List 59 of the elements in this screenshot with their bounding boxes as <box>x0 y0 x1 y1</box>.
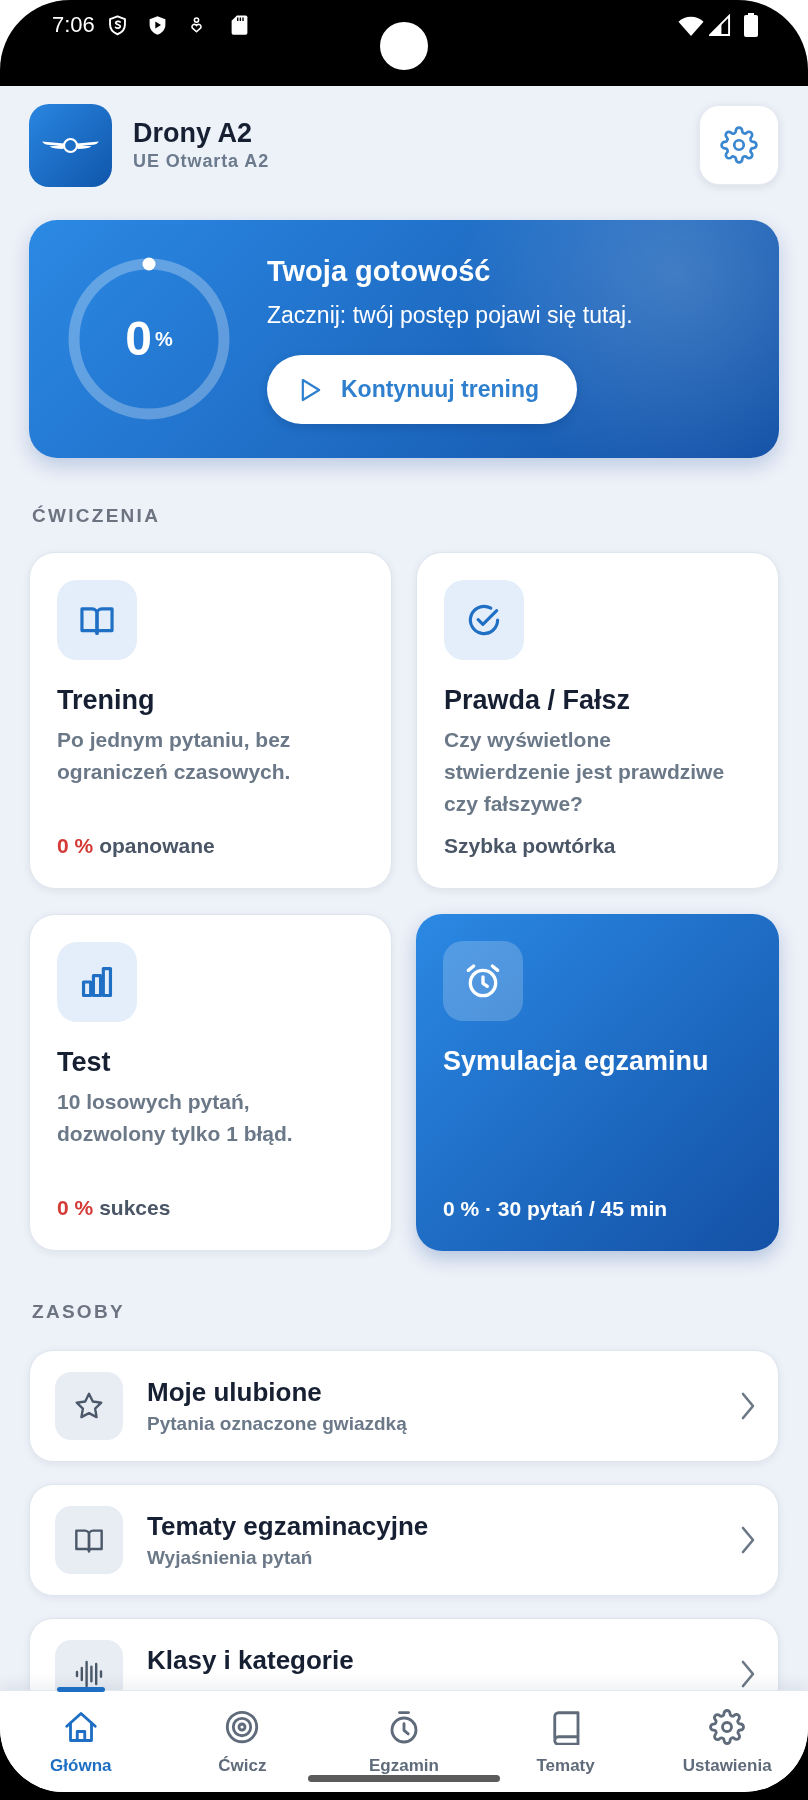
nav-tab[interactable]: Główna <box>0 1691 162 1792</box>
status-time: 7:06 <box>52 12 95 38</box>
alarm-clock-icon <box>443 941 523 1021</box>
continue-training-button[interactable]: Kontynuuj trening <box>267 355 577 424</box>
progress-percent: 0 % <box>57 833 94 859</box>
nav-tab[interactable]: Egzamin <box>323 1691 485 1792</box>
chevron-right-icon <box>740 1391 756 1421</box>
resource-row[interactable]: Tematy egzaminacyjne Wyjaśnienia pytań <box>29 1484 779 1596</box>
shield-icon <box>106 13 128 37</box>
card-footer: 0 % · 30 pytań / 45 min <box>443 1195 668 1223</box>
resource-row[interactable]: Klasy i kategorie <box>29 1618 779 1690</box>
camera-hole-icon <box>380 22 428 70</box>
card-footer: sukces <box>99 1194 171 1222</box>
nav-tab[interactable]: Tematy <box>484 1691 647 1792</box>
settings-icon <box>709 1709 746 1745</box>
row-subtitle: Wyjaśnienia pytań <box>147 1546 313 1570</box>
row-title: Klasy i kategorie <box>147 1644 354 1676</box>
card-description: Czy wyświetlone stwierdzenie jest prawdziwe czy fałszywe? <box>444 727 726 817</box>
section-heading: ZASOBY <box>32 1300 125 1324</box>
exercise-card[interactable]: Prawda / Fałsz Czy wyświetlone stwierdzenie jest prawdziwe czy fałszywe? Szybka powtórka <box>416 552 779 889</box>
exercise-card[interactable]: Test 10 losowych pytań, dozwolony tylko 1 błąd. 0 % sukces <box>29 914 392 1251</box>
card-title: Trening <box>57 684 155 717</box>
selected-tab-indicator <box>56 1687 105 1692</box>
nav-tab[interactable]: Ustawienia <box>646 1691 808 1792</box>
exercise-card[interactable]: Symulacja egzaminu 0 % · 30 pytań / 45 min <box>416 914 779 1251</box>
row-title: Moje ulubione <box>147 1376 322 1408</box>
progress-percent: 0 % <box>57 1195 94 1221</box>
readiness-message: Zacznij: twój postęp pojawi się tutaj. <box>267 301 633 330</box>
readiness-title: Twoja gotowość <box>267 254 491 288</box>
percent-sign: % <box>154 328 173 350</box>
bar-chart-icon <box>57 942 137 1022</box>
row-title: Tematy egzaminacyjne <box>147 1510 429 1542</box>
play-icon <box>301 377 321 402</box>
card-title: Symulacja egzaminu <box>443 1045 709 1078</box>
chevron-right-icon <box>740 1659 756 1689</box>
home-icon <box>62 1709 99 1745</box>
card-footer: Szybka powtórka <box>444 832 616 860</box>
card-description: Po jednym pytaniu, bez ograniczeń czasowych. <box>57 727 292 785</box>
app-title: Drony A2 <box>133 117 253 149</box>
book-icon <box>55 1506 123 1574</box>
resource-row[interactable]: Moje ulubione Pytania oznaczone gwiazdką <box>29 1350 779 1462</box>
signal-icon <box>709 14 731 36</box>
card-footer: opanowane <box>99 832 215 860</box>
card-title: Test <box>57 1046 111 1079</box>
book-icon <box>57 580 137 660</box>
winged-badge-icon <box>29 103 112 187</box>
target-icon <box>224 1709 261 1745</box>
exercise-card[interactable]: Trening Po jednym pytaniu, bez ograniczeń czasowych. 0 % opanowane <box>29 552 392 889</box>
battery-icon <box>744 13 758 37</box>
chevron-right-icon <box>740 1525 756 1555</box>
app-subtitle: UE Otwarta A2 <box>133 150 270 173</box>
settings-icon <box>720 126 758 164</box>
section-heading: ĆWICZENIA <box>32 504 161 528</box>
row-subtitle: Pytania oznaczone gwiazdką <box>147 1412 407 1436</box>
card-description: 10 losowych pytań, dozwolony tylko 1 błąd. <box>57 1089 294 1147</box>
readiness-value: 0 <box>125 313 152 365</box>
card-title: Prawda / Fałsz <box>444 684 631 717</box>
settings-button[interactable] <box>699 105 779 185</box>
nav-tab[interactable]: Ćwicz <box>161 1691 324 1792</box>
